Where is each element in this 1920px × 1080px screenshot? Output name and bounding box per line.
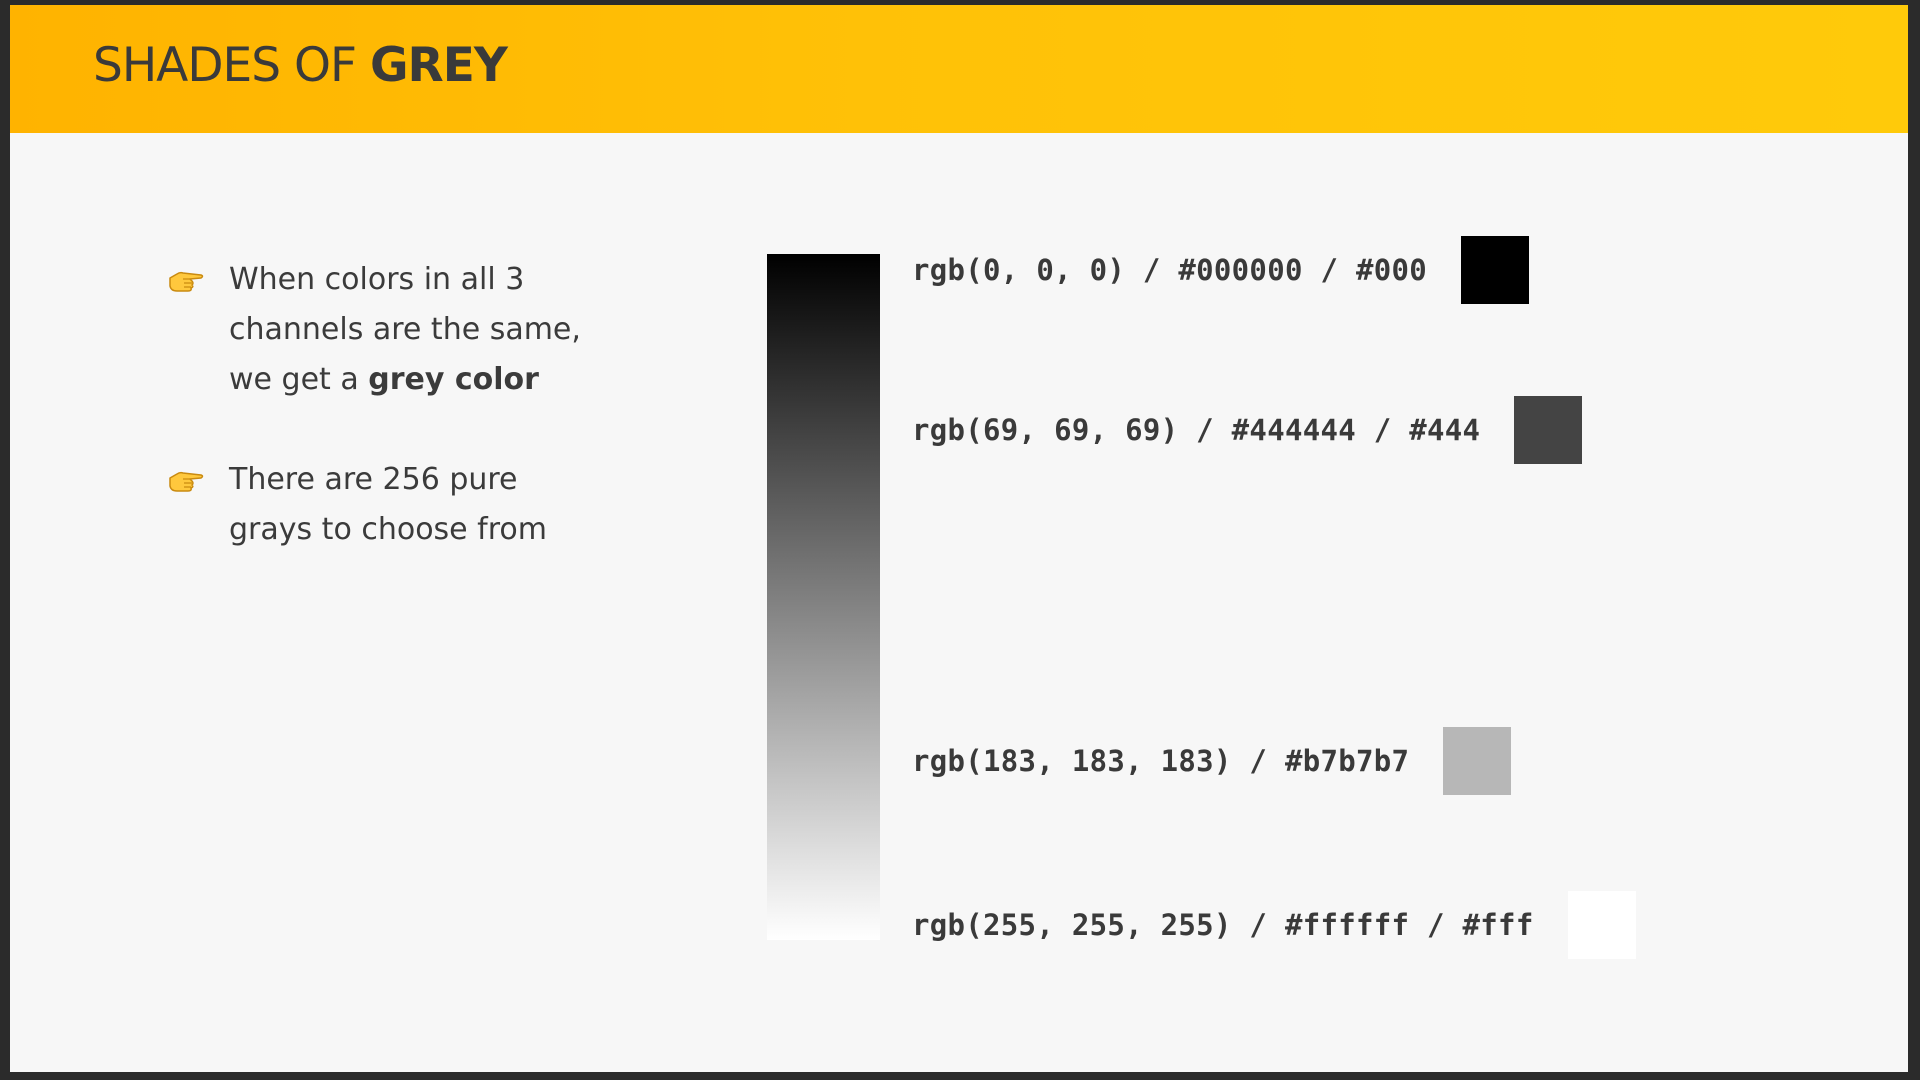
slide-title-prefix: SHADES OF (93, 38, 370, 93)
bullet-line: When colors in all 3 (229, 262, 525, 297)
swatch-row-dark-grey: rgb(69, 69, 69) / #444444 / #444 (912, 396, 1583, 464)
swatch-row-light-grey: rgb(183, 183, 183) / #b7b7b7 (912, 727, 1512, 795)
color-swatch (1443, 727, 1512, 795)
swatch-row-black: rgb(0, 0, 0) / #000000 / #000 (912, 236, 1530, 304)
color-swatch (1567, 891, 1636, 959)
color-swatch (1461, 236, 1530, 304)
bullet-line: grays to choose from (229, 512, 547, 547)
color-code: rgb(69, 69, 69) / #444444 / #444 (912, 413, 1481, 447)
slide-title-strong: GREY (369, 38, 508, 93)
bullet-line: channels are the same, (229, 312, 581, 347)
slide: SHADES OF GREY When colors in all 3 chan… (10, 5, 1908, 1072)
swatch-row-white: rgb(255, 255, 255) / #ffffff / #fff (912, 891, 1636, 959)
bullet-item: When colors in all 3 channels are the sa… (168, 255, 688, 405)
pointing-hand-icon (168, 269, 204, 293)
pointing-hand-icon (168, 469, 204, 493)
bullet-list: When colors in all 3 channels are the sa… (168, 255, 688, 605)
color-swatch (1514, 396, 1583, 464)
slide-header: SHADES OF GREY (10, 5, 1908, 133)
color-code: rgb(255, 255, 255) / #ffffff / #fff (912, 908, 1534, 942)
color-code: rgb(183, 183, 183) / #b7b7b7 (912, 744, 1410, 778)
grey-gradient-bar (767, 254, 880, 940)
color-code: rgb(0, 0, 0) / #000000 / #000 (912, 253, 1428, 287)
bullet-item: There are 256 pure grays to choose from (168, 455, 688, 555)
bullet-text: we get a (229, 362, 369, 397)
bullet-line: There are 256 pure (229, 462, 518, 497)
bullet-emphasis: grey color (368, 362, 539, 397)
slide-title: SHADES OF GREY (93, 38, 508, 93)
bullet-line: we get a grey color (229, 355, 688, 405)
